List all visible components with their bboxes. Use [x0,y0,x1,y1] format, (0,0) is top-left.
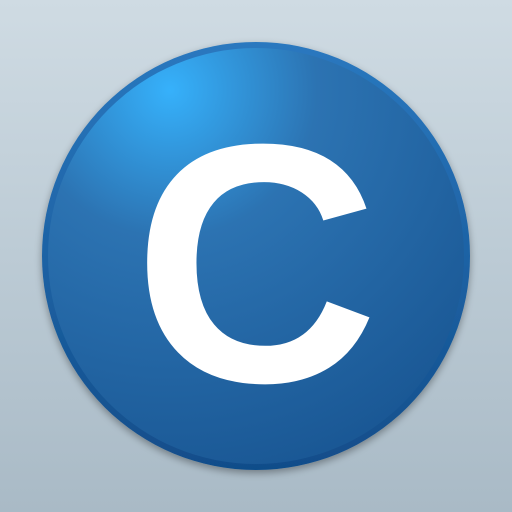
app-icon-artwork: C [42,42,470,470]
app-icon[interactable]: C [0,0,512,512]
logo-glyph: C [133,74,379,454]
